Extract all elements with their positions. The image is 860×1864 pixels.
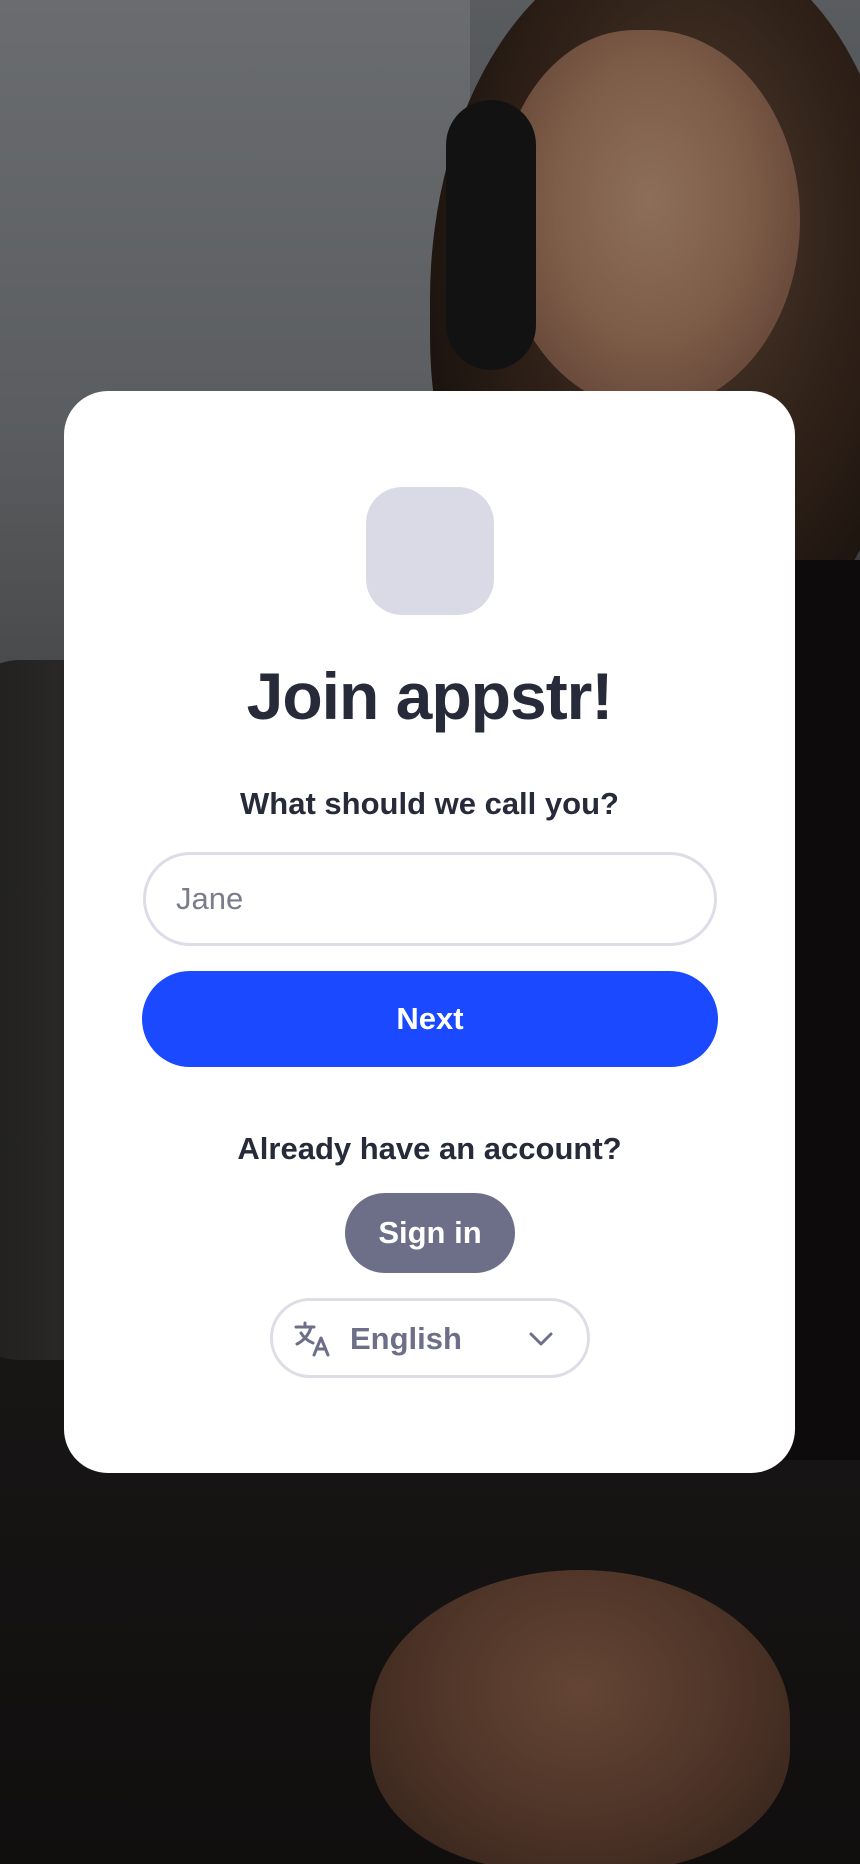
language-select[interactable]: English [270,1298,590,1378]
page-title: Join appstr! [246,659,614,733]
name-prompt: What should we call you? [240,786,619,821]
language-label: English [350,1321,462,1356]
signup-card: Join appstr! What should we call you? Ne… [64,391,795,1473]
sign-in-button[interactable]: Sign in [345,1193,515,1273]
name-input[interactable] [143,852,717,946]
app-logo-placeholder-icon [366,487,494,615]
translate-icon [294,1321,330,1357]
next-button[interactable]: Next [142,971,718,1067]
chevron-down-icon [529,1332,553,1346]
already-have-account-text: Already have an account? [237,1131,622,1166]
